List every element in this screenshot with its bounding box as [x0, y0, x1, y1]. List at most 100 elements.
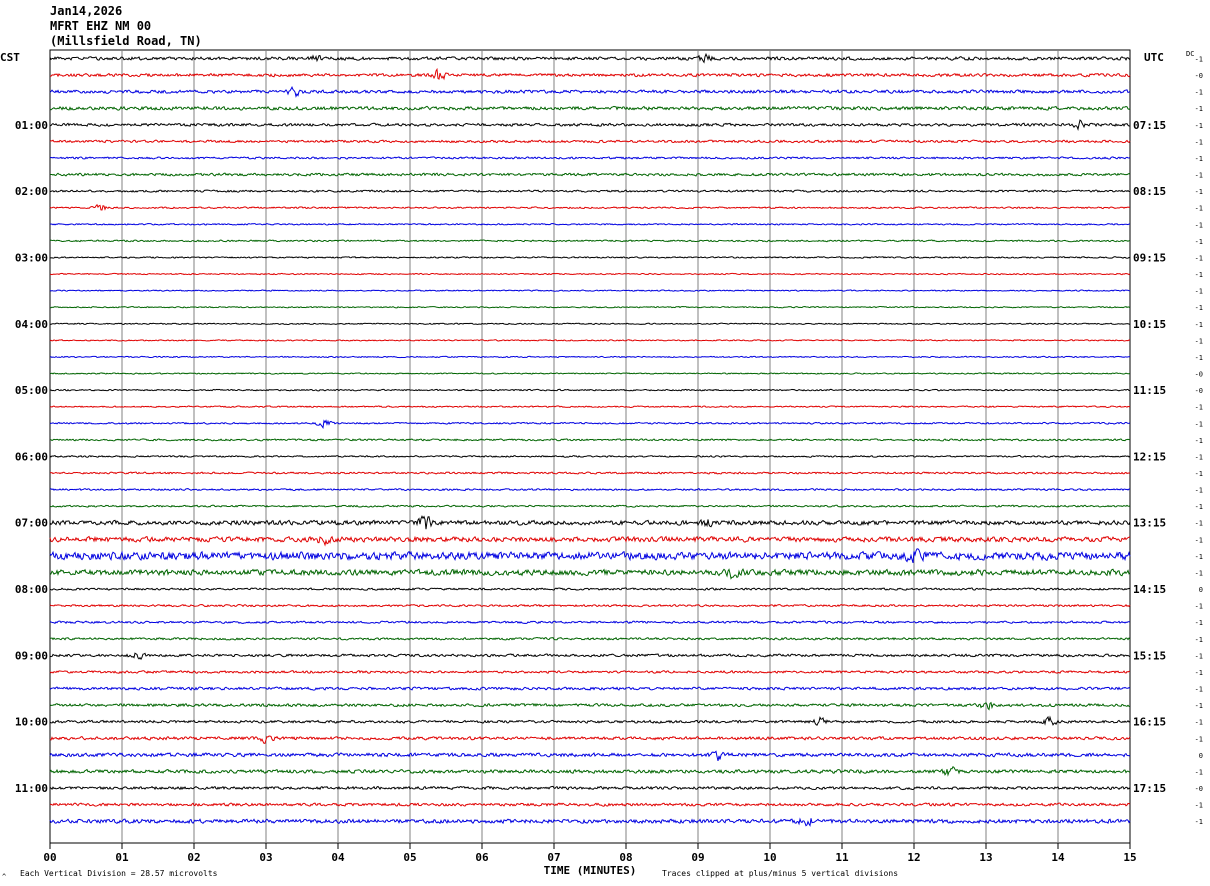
dc-offset-label: -0: [1195, 72, 1203, 80]
seismic-trace: [49, 52, 1131, 64]
seismic-trace: [49, 172, 1131, 177]
dc-offset-label: -1: [1195, 569, 1203, 577]
seismic-trace: [49, 405, 1131, 408]
seismic-trace: [49, 766, 1131, 777]
left-hour-label: 05:00: [15, 384, 48, 397]
right-timezone-label: UTC: [1144, 51, 1164, 64]
x-tick-label: 12: [907, 851, 920, 864]
dc-offset-label: -1: [1195, 636, 1203, 644]
right-hour-label: 08:15: [1133, 185, 1166, 198]
dc-offset-label: -1: [1195, 768, 1203, 776]
dc-offset-label: -1: [1195, 337, 1203, 345]
x-tick-label: 04: [331, 851, 345, 864]
dc-offset-label: -1: [1195, 437, 1203, 445]
seismic-trace: [49, 355, 1131, 359]
seismic-trace: [49, 105, 1131, 111]
right-hour-label: 15:15: [1133, 649, 1166, 662]
dc-offset-label: -1: [1195, 420, 1203, 428]
seismic-trace: [49, 85, 1131, 98]
left-hour-label: 02:00: [15, 185, 48, 198]
seismic-trace: [49, 239, 1131, 243]
x-tick-label: 10: [763, 851, 776, 864]
dc-offset-label: -1: [1195, 122, 1203, 130]
x-tick-label: 03: [259, 851, 272, 864]
dc-offset-label: -0: [1195, 371, 1203, 379]
left-hour-label: 04:00: [15, 318, 48, 331]
dc-offset-label: -1: [1195, 89, 1203, 97]
seismic-trace: [49, 686, 1131, 691]
left-hour-label: 06:00: [15, 450, 48, 463]
seismic-trace: [49, 785, 1131, 791]
right-hour-label: 13:15: [1133, 517, 1166, 530]
seismic-trace: [49, 339, 1131, 342]
seismic-trace: [49, 620, 1131, 624]
seismic-trace: [50, 438, 1131, 442]
x-tick-label: 05: [403, 851, 416, 864]
x-axis-title: TIME (MINUTES): [544, 864, 637, 877]
dc-offset-label: -1: [1195, 818, 1203, 826]
x-tick-label: 07: [547, 851, 560, 864]
left-hour-label: 11:00: [15, 782, 48, 795]
seismic-trace: [49, 750, 1131, 762]
x-tick-label: 15: [1123, 851, 1136, 864]
right-hour-label: 07:15: [1133, 119, 1166, 132]
seismic-trace: [49, 455, 1131, 458]
division-note: Each Vertical Division = 28.57 microvolt…: [20, 869, 218, 878]
x-tick-label: 00: [43, 851, 56, 864]
dc-offset-label: -1: [1195, 802, 1203, 810]
dc-offset-label: -1: [1195, 503, 1203, 511]
seismic-trace: [49, 139, 1131, 144]
dc-offset-label: -1: [1195, 105, 1203, 113]
dc-offset-label: -1: [1195, 404, 1203, 412]
x-tick-label: 08: [619, 851, 632, 864]
dc-offset-label: -1: [1195, 138, 1203, 146]
seismic-trace: [49, 652, 1131, 661]
plot-frame: [49, 49, 1131, 844]
seismic-trace: [49, 222, 1131, 226]
dc-offset-label: -1: [1195, 155, 1203, 163]
dc-offset-label: -0: [1195, 387, 1203, 395]
dc-offset-label: -1: [1195, 536, 1203, 544]
seismic-trace: [49, 488, 1131, 492]
corner-mark: ^: [2, 873, 6, 881]
left-hour-label: 09:00: [15, 649, 48, 662]
dc-offset-label: -1: [1195, 321, 1203, 329]
x-tick-label: 11: [835, 851, 849, 864]
seismic-trace: [49, 568, 1131, 580]
seismic-trace: [49, 272, 1131, 276]
seismic-trace: [49, 735, 1131, 744]
dc-offset-label: 0: [1199, 752, 1203, 760]
dc-offset-label: -1: [1195, 470, 1203, 478]
x-tick-label: 06: [475, 851, 489, 864]
dc-offset-label: -1: [1195, 719, 1203, 727]
seismic-trace: [49, 587, 1131, 591]
x-tick-label: 13: [979, 851, 992, 864]
seismic-trace: [49, 504, 1131, 508]
x-tick-label: 14: [1051, 851, 1065, 864]
x-tick-label: 01: [115, 851, 129, 864]
dc-offset-label: -1: [1195, 56, 1203, 64]
dc-label: DC: [1186, 50, 1194, 58]
dc-offset-label: -1: [1195, 453, 1203, 461]
dc-offset-label: -1: [1195, 652, 1203, 660]
clip-note: Traces clipped at plus/minus 5 vertical …: [662, 869, 898, 878]
seismic-trace: [49, 67, 1131, 81]
seismic-trace: [49, 289, 1131, 292]
dc-offset-label: -1: [1195, 271, 1203, 279]
dc-offset-label: -1: [1195, 254, 1203, 262]
dc-offset-label: -1: [1195, 238, 1203, 246]
right-hour-label: 14:15: [1133, 583, 1166, 596]
dc-offset-label: 0: [1199, 586, 1203, 594]
seismic-trace: [49, 388, 1131, 392]
left-timezone-label: CST: [0, 51, 20, 64]
dc-offset-label: -1: [1195, 487, 1203, 495]
left-hour-label: 10:00: [15, 716, 48, 729]
seismic-trace: [49, 203, 1131, 211]
right-hour-label: 10:15: [1133, 318, 1166, 331]
dc-offset-label: -1: [1195, 669, 1203, 677]
dc-offset-label: -1: [1195, 520, 1203, 528]
dc-offset-label: -1: [1195, 288, 1203, 296]
seismic-trace: [49, 322, 1131, 325]
right-hour-label: 12:15: [1133, 450, 1166, 463]
seismic-trace: [49, 372, 1131, 375]
